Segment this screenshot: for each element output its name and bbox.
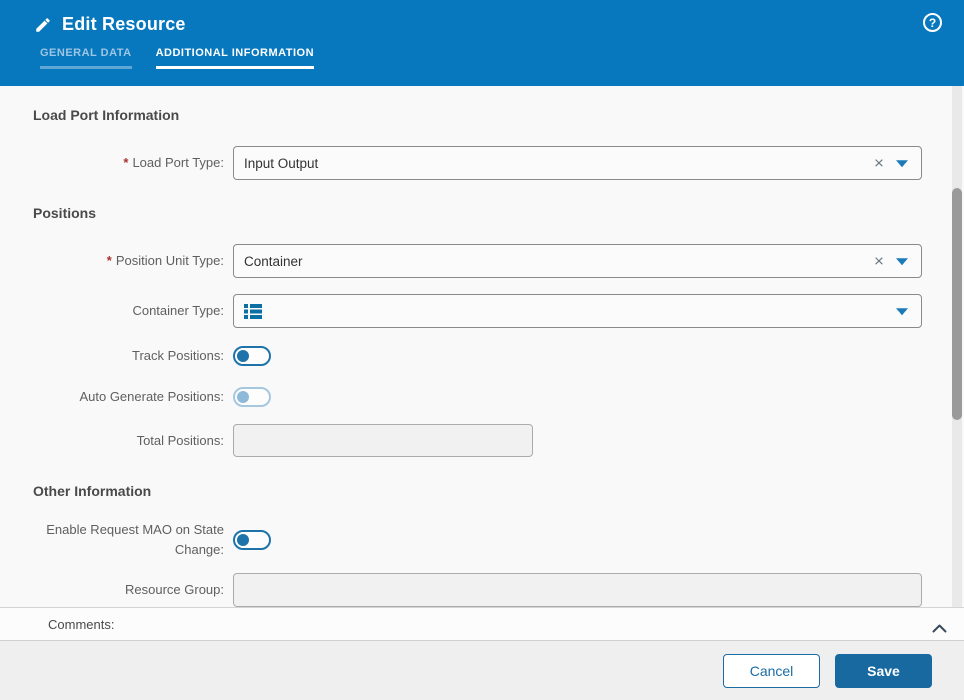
field-row-total-positions: Total Positions: (0, 424, 964, 457)
field-row-track-positions: Track Positions: (0, 346, 964, 366)
enable-request-mao-label: Enable Request MAO on State Change: (46, 522, 224, 557)
load-port-type-select[interactable]: Input Output × (233, 146, 922, 180)
dialog-footer: Cancel Save (0, 641, 964, 700)
comments-panel-header[interactable]: Comments: (0, 607, 964, 641)
auto-generate-positions-label: Auto Generate Positions: (79, 389, 224, 404)
required-marker: * (106, 253, 112, 268)
position-unit-type-select[interactable]: Container × (233, 244, 922, 278)
track-positions-toggle[interactable] (233, 346, 271, 366)
section-positions: Positions (33, 205, 97, 221)
position-unit-type-label: * Position Unit Type: (106, 253, 224, 268)
required-marker: * (123, 155, 129, 170)
position-unit-type-value: Container (244, 253, 303, 269)
tab-underline-active (155, 66, 315, 69)
clear-icon[interactable]: × (871, 253, 887, 270)
save-button[interactable]: Save (835, 653, 932, 688)
container-type-select[interactable] (233, 294, 922, 328)
container-type-label: Container Type: (132, 303, 224, 318)
total-positions-label: Total Positions: (136, 432, 224, 448)
enable-request-mao-toggle[interactable] (233, 530, 271, 550)
chevron-down-icon[interactable] (896, 160, 908, 168)
tab-additional-information[interactable]: ADDITIONAL INFORMATION (155, 47, 315, 76)
toggle-knob (237, 350, 249, 362)
tab-underline (40, 66, 132, 69)
edit-pencil-icon (34, 16, 52, 34)
field-row-load-port-type: * Load Port Type: Input Output × (0, 146, 964, 180)
toggle-knob (237, 391, 249, 403)
total-positions-input[interactable] (233, 424, 533, 457)
title-row: Edit Resource ? (0, 0, 964, 35)
list-icon (244, 303, 262, 319)
field-row-container-type: Container Type: (0, 294, 964, 328)
track-positions-label: Track Positions: (132, 348, 224, 363)
form-content: Load Port Information * Load Port Type: I… (0, 86, 964, 607)
clear-icon[interactable]: × (871, 155, 887, 172)
field-row-position-unit-type: * Position Unit Type: Container × (0, 244, 964, 278)
field-row-enable-request-mao: Enable Request MAO on State Change: (0, 520, 964, 560)
tab-additional-information-label: ADDITIONAL INFORMATION (155, 47, 315, 59)
auto-generate-positions-toggle (233, 387, 271, 407)
tab-bar: GENERAL DATA ADDITIONAL INFORMATION (0, 47, 964, 76)
section-load-port-information: Load Port Information (33, 107, 180, 123)
tab-general-data-label: GENERAL DATA (40, 47, 132, 59)
help-symbol: ? (928, 15, 937, 30)
section-other-information: Other Information (33, 483, 152, 499)
load-port-type-label: * Load Port Type: (123, 155, 224, 170)
resource-group-input[interactable] (233, 573, 922, 607)
chevron-down-icon[interactable] (896, 258, 908, 266)
chevron-down-icon[interactable] (896, 308, 908, 316)
comments-label: Comments: (48, 616, 115, 632)
field-row-auto-generate-positions: Auto Generate Positions: (0, 387, 964, 407)
load-port-type-value: Input Output (244, 155, 319, 171)
scrollbar-thumb[interactable] (952, 188, 962, 420)
chevron-up-icon[interactable] (932, 620, 947, 632)
resource-group-label: Resource Group: (125, 582, 224, 597)
field-row-resource-group: Resource Group: (0, 573, 964, 607)
dialog-header: Edit Resource ? GENERAL DATA ADDITIONAL … (0, 0, 964, 86)
toggle-knob (237, 534, 249, 546)
help-icon[interactable]: ? (923, 13, 942, 32)
page-title: Edit Resource (62, 14, 186, 34)
tab-general-data[interactable]: GENERAL DATA (40, 47, 132, 76)
cancel-button[interactable]: Cancel (723, 653, 820, 688)
edit-resource-dialog: Edit Resource ? GENERAL DATA ADDITIONAL … (0, 0, 964, 700)
vertical-scrollbar[interactable] (952, 86, 962, 607)
